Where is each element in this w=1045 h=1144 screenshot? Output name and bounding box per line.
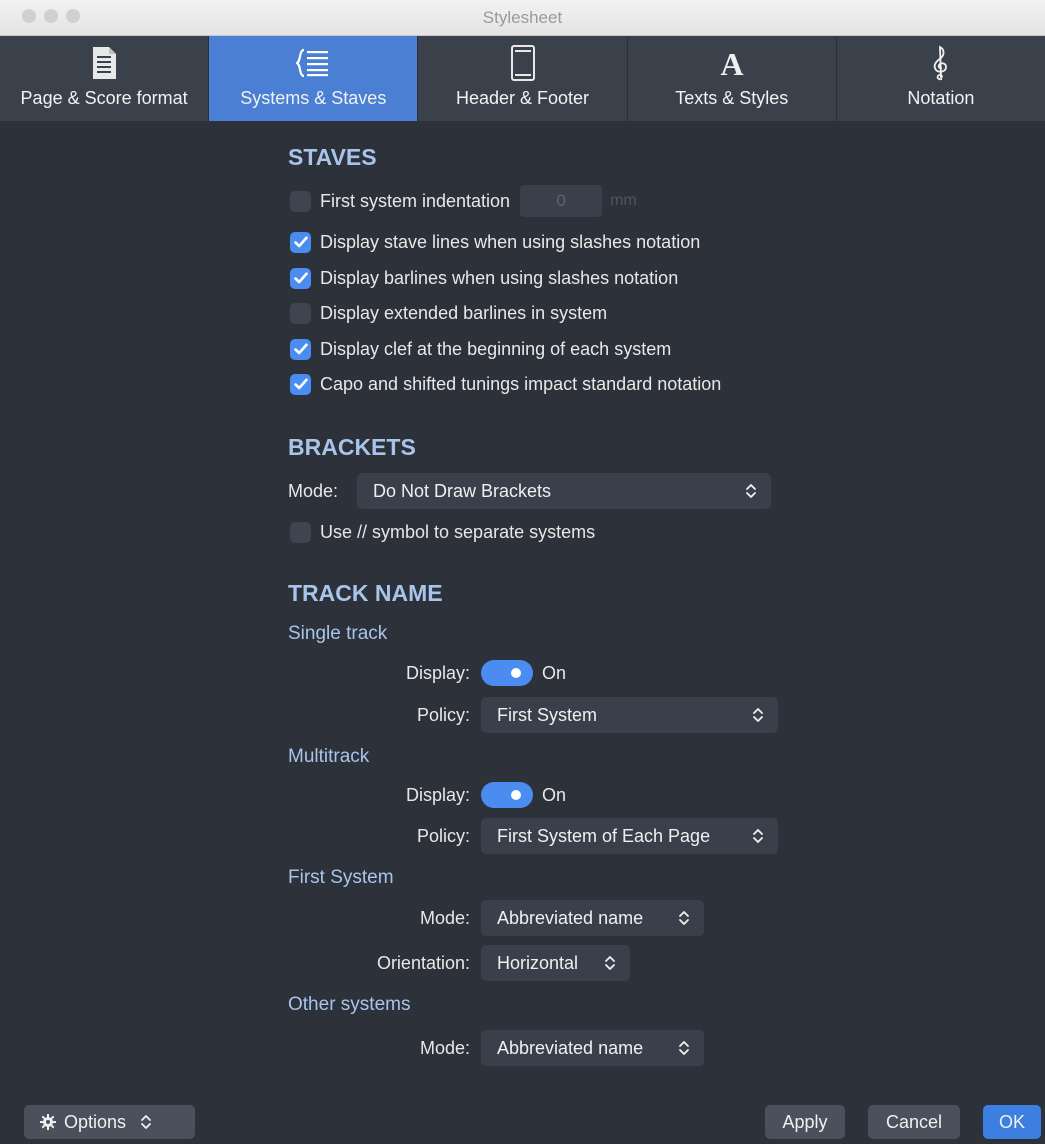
options-button[interactable]: Options [24, 1105, 195, 1139]
first-system-indentation-row: First system indentation 0 mm [290, 185, 637, 217]
tab-notation[interactable]: Notation [837, 36, 1045, 121]
title-bar: Stylesheet [0, 0, 1045, 36]
single-policy-select[interactable]: First System [481, 697, 778, 733]
cancel-button[interactable]: Cancel [868, 1105, 960, 1139]
capo-checkbox[interactable] [290, 373, 311, 395]
single-display-toggle[interactable] [481, 660, 533, 686]
treble-clef-icon [837, 44, 1045, 82]
section-title-track-name: TRACK NAME [288, 580, 443, 606]
toggle-knob [511, 790, 521, 800]
multi-policy-select[interactable]: First System of Each Page [481, 818, 778, 854]
tab-page-score-format[interactable]: Page & Score format [0, 36, 210, 121]
chevron-updown-icon [753, 708, 763, 722]
tab-label: Systems & Staves [240, 88, 387, 108]
bracket-mode-label: Mode: [288, 481, 339, 501]
single-display-value: On [542, 663, 567, 683]
bracket-mode-select[interactable]: Do Not Draw Brackets [357, 473, 771, 509]
text-icon: A [628, 44, 836, 82]
toggle-knob [511, 668, 521, 678]
clef-row: Display clef at the beginning of each sy… [290, 337, 671, 361]
single-policy-label: Policy: [416, 705, 470, 725]
chevron-updown-icon [746, 484, 756, 498]
window-title: Stylesheet [482, 8, 563, 27]
section-title-staves: STAVES [288, 144, 377, 170]
clef-checkbox[interactable] [290, 338, 311, 360]
tab-texts-styles[interactable]: A Texts & Styles [628, 36, 837, 121]
orientation-label: Orientation: [376, 953, 470, 973]
checkbox-label: Display clef at the beginning of each sy… [320, 338, 672, 359]
stave-lines-checkbox[interactable] [290, 231, 311, 253]
subsection-multitrack: Multitrack [288, 746, 370, 767]
extended-barlines-checkbox[interactable] [290, 302, 311, 324]
checkbox-label: Capo and shifted tunings impact standard… [320, 373, 722, 394]
barlines-row: Display barlines when using slashes nota… [290, 266, 678, 290]
chevron-updown-icon [679, 1041, 689, 1055]
section-title-brackets: BRACKETS [288, 434, 416, 460]
chevron-updown-icon [753, 829, 763, 843]
chevron-updown-icon [141, 1115, 151, 1129]
select-value: First System of Each Page [497, 825, 711, 846]
stave-lines-row: Display stave lines when using slashes n… [290, 230, 700, 254]
separator-row: Use // symbol to separate systems [290, 520, 595, 544]
single-display-label: Display: [405, 663, 470, 683]
tab-label: Header & Footer [455, 88, 590, 108]
separator-checkbox[interactable] [290, 521, 311, 543]
select-value: Horizontal [497, 952, 579, 973]
multi-policy-label: Policy: [416, 826, 470, 846]
tab-systems-staves[interactable]: Systems & Staves [209, 36, 419, 121]
ok-button[interactable]: OK [983, 1105, 1041, 1139]
multi-display-label: Display: [405, 785, 470, 805]
select-value: First System [497, 704, 598, 725]
chevron-updown-icon [605, 956, 615, 970]
subsection-other-systems: Other systems [288, 994, 411, 1015]
checkbox-label: Display stave lines when using slashes n… [320, 231, 701, 252]
page-icon [0, 44, 208, 82]
apply-button[interactable]: Apply [765, 1105, 845, 1139]
stylesheet-content: STAVES First system indentation 0 mm Dis… [0, 121, 1045, 1144]
select-value: Do Not Draw Brackets [373, 480, 552, 501]
options-label: Options [64, 1111, 127, 1132]
subsection-single-track: Single track [288, 623, 388, 644]
tab-header-footer[interactable]: Header & Footer [418, 36, 628, 121]
multi-display-value: On [542, 785, 567, 805]
other-systems-mode-label: Mode: [419, 1038, 470, 1058]
capo-row: Capo and shifted tunings impact standard… [290, 372, 721, 396]
tab-label: Notation [907, 88, 975, 108]
systems-icon [209, 44, 417, 82]
select-value: Abbreviated name [497, 907, 644, 928]
first-system-mode-label: Mode: [419, 908, 470, 928]
tab-label: Texts & Styles [675, 88, 789, 108]
tab-bar: Page & Score format Systems & Staves Hea… [0, 36, 1045, 121]
unit-label: mm [610, 192, 637, 209]
barlines-checkbox[interactable] [290, 267, 311, 289]
select-value: Abbreviated name [497, 1037, 644, 1058]
gear-icon [40, 1114, 56, 1130]
checkbox-label: First system indentation [320, 190, 511, 211]
other-systems-mode-select[interactable]: Abbreviated name [481, 1030, 704, 1066]
subsection-first-system: First System [288, 867, 394, 888]
chevron-updown-icon [679, 911, 689, 925]
header-footer-icon [418, 44, 626, 82]
indentation-input[interactable]: 0 [520, 185, 603, 217]
checkbox-label: Display extended barlines in system [320, 302, 608, 323]
checkbox-label: Use // symbol to separate systems [320, 521, 596, 542]
svg-text:A: A [720, 47, 743, 79]
extended-barlines-row: Display extended barlines in system [290, 301, 607, 325]
orientation-select[interactable]: Horizontal [481, 945, 630, 981]
multi-display-toggle[interactable] [481, 782, 533, 808]
tab-label: Page & Score format [20, 88, 188, 108]
first-system-indentation-checkbox[interactable] [290, 190, 311, 212]
first-system-mode-select[interactable]: Abbreviated name [481, 900, 704, 936]
checkbox-label: Display barlines when using slashes nota… [320, 267, 679, 288]
